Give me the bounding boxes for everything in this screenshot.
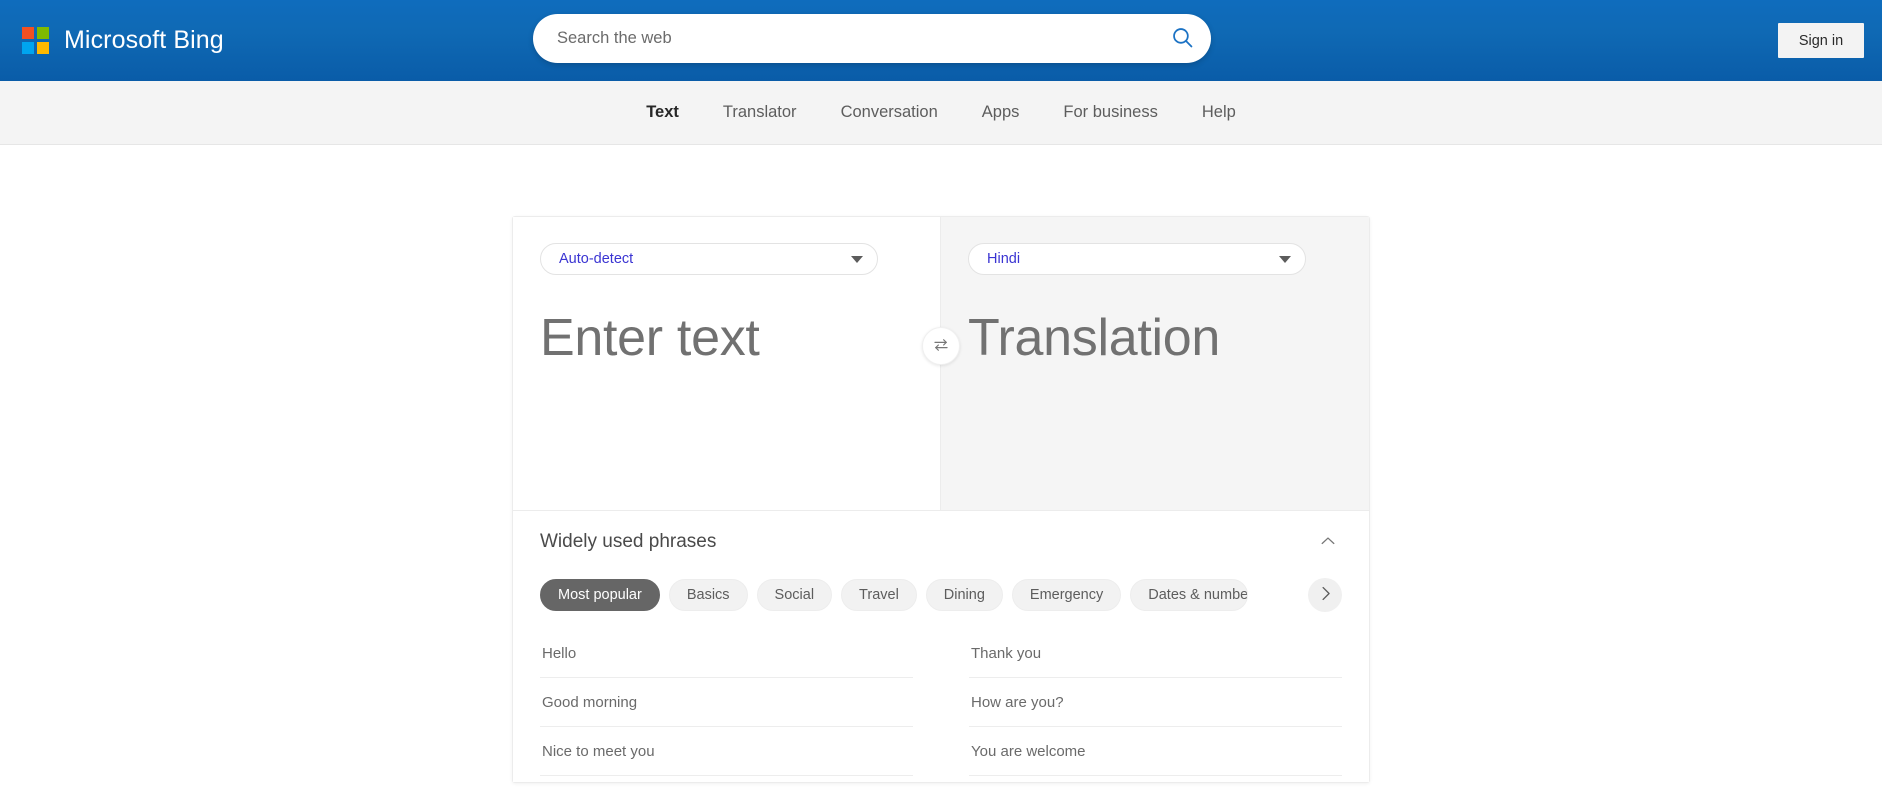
search-button[interactable]	[1153, 14, 1211, 63]
phrase-column-left: Hello Good morning Nice to meet you	[540, 629, 913, 776]
phrase-column-right: Thank you How are you? You are welcome	[969, 629, 1342, 776]
chevron-up-icon	[1318, 531, 1338, 554]
chip-social[interactable]: Social	[756, 579, 833, 611]
phrase-list: Hello Good morning Nice to meet you Than…	[540, 617, 1342, 776]
translator-panels: Auto-detect Enter text Hindi Translation	[513, 217, 1369, 510]
nav-item-help[interactable]: Help	[1180, 103, 1258, 122]
swap-arrows-icon	[932, 336, 950, 357]
list-item[interactable]: Thank you	[969, 629, 1342, 678]
list-item[interactable]: How are you?	[969, 678, 1342, 727]
target-language-select[interactable]: Hindi	[968, 243, 1306, 275]
chevron-right-icon	[1316, 584, 1335, 606]
phrases-title: Widely used phrases	[540, 531, 717, 552]
target-language-label: Hindi	[987, 251, 1021, 267]
widely-used-phrases-section: Widely used phrases Most popular Basics …	[513, 510, 1369, 782]
chevron-down-icon	[1279, 255, 1291, 263]
nav-item-translator[interactable]: Translator	[701, 103, 819, 122]
list-item[interactable]: Good morning	[540, 678, 913, 727]
nav-item-conversation[interactable]: Conversation	[819, 103, 960, 122]
main-stage: Auto-detect Enter text Hindi Translation…	[0, 145, 1882, 783]
source-panel: Auto-detect Enter text	[513, 217, 941, 510]
nav-item-text[interactable]: Text	[624, 103, 701, 122]
translator-card: Auto-detect Enter text Hindi Translation…	[512, 216, 1370, 783]
primary-nav: Text Translator Conversation Apps For bu…	[0, 81, 1882, 145]
list-item[interactable]: Nice to meet you	[540, 727, 913, 776]
chip-dining[interactable]: Dining	[925, 579, 1003, 611]
chevron-down-icon	[851, 255, 863, 263]
brand-name: Microsoft Bing	[64, 26, 224, 54]
phrase-category-chips: Most popular Basics Social Travel Dining…	[540, 573, 1342, 617]
chip-emergency[interactable]: Emergency	[1011, 579, 1122, 611]
chip-travel[interactable]: Travel	[841, 579, 917, 611]
swap-languages-button[interactable]	[922, 327, 960, 365]
target-panel: Hindi Translation	[941, 217, 1369, 510]
site-header: Microsoft Bing Sign in	[0, 0, 1882, 81]
microsoft-logo-icon	[22, 27, 49, 54]
brand[interactable]: Microsoft Bing	[22, 0, 224, 81]
chip-most-popular[interactable]: Most popular	[540, 579, 660, 611]
search-icon	[1170, 25, 1195, 53]
chip-dates-and-numbers[interactable]: Dates & numbers	[1130, 579, 1249, 611]
source-language-label: Auto-detect	[559, 251, 634, 267]
search-box[interactable]	[533, 14, 1211, 63]
source-text-input[interactable]: Enter text	[540, 309, 913, 367]
list-item[interactable]: Hello	[540, 629, 913, 678]
phrases-header: Widely used phrases	[540, 511, 1342, 573]
chip-basics[interactable]: Basics	[668, 579, 748, 611]
scroll-categories-next-button[interactable]	[1308, 578, 1342, 612]
sign-in-button[interactable]: Sign in	[1778, 23, 1864, 58]
target-text-output: Translation	[968, 309, 1221, 367]
collapse-phrases-button[interactable]	[1314, 527, 1342, 558]
search-input[interactable]	[533, 14, 1153, 63]
nav-item-for-business[interactable]: For business	[1041, 103, 1179, 122]
source-language-select[interactable]: Auto-detect	[540, 243, 878, 275]
list-item[interactable]: You are welcome	[969, 727, 1342, 776]
nav-item-apps[interactable]: Apps	[960, 103, 1042, 122]
